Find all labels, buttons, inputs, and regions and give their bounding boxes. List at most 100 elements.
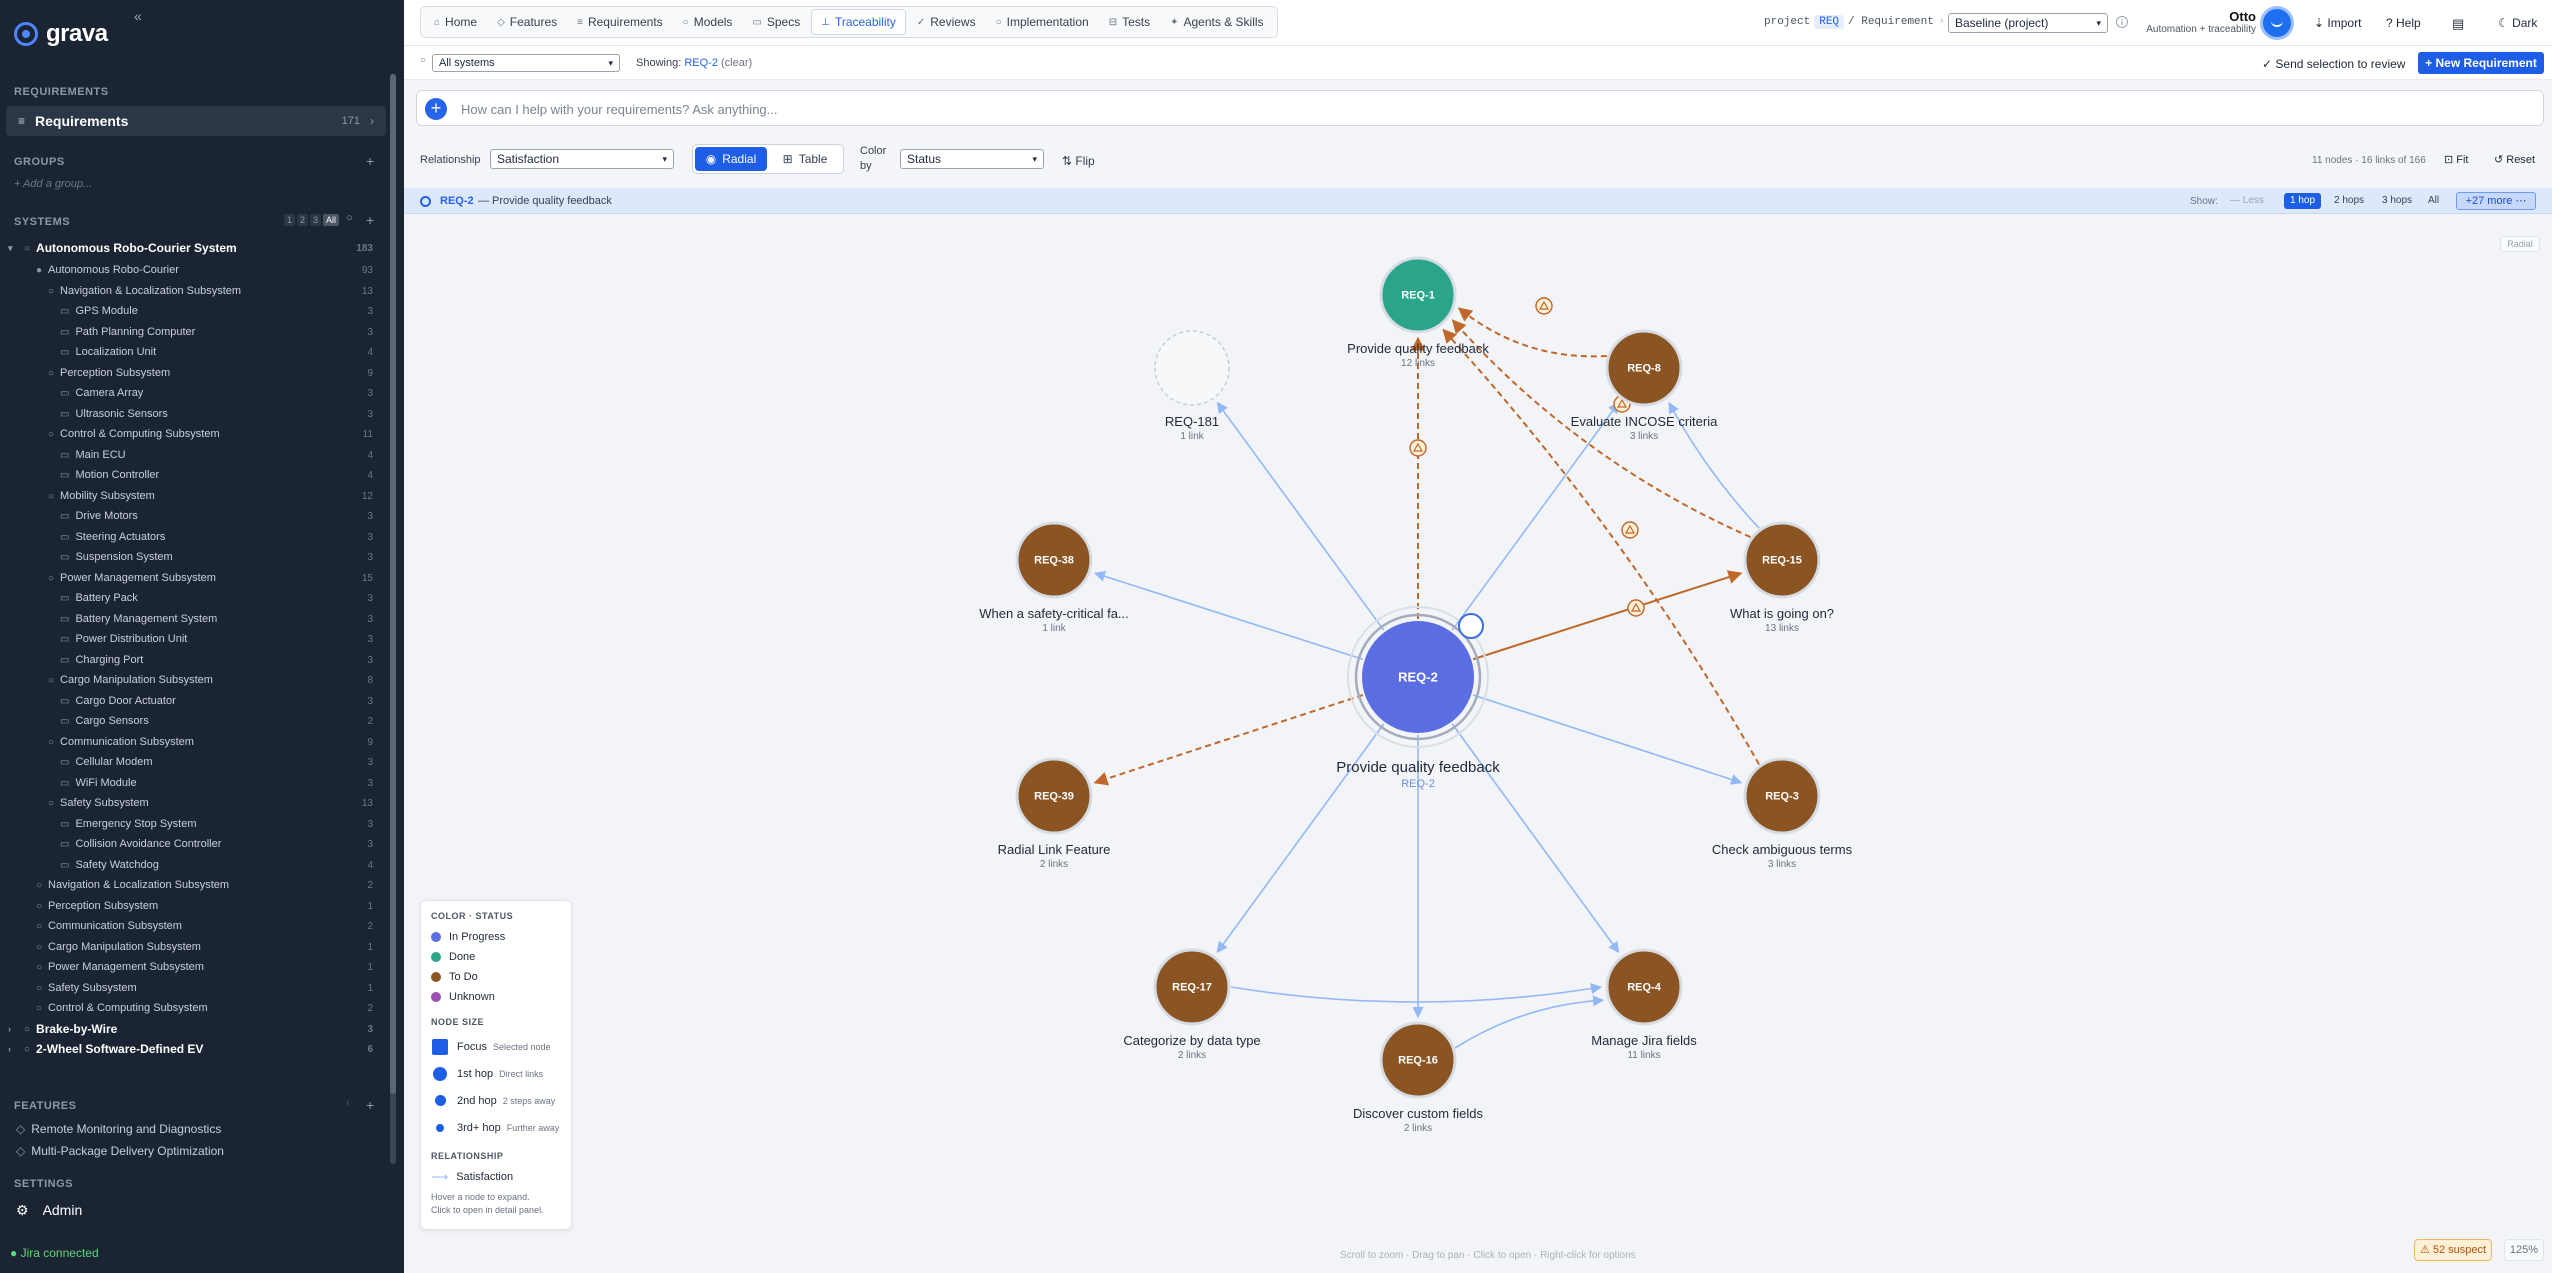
tree-item[interactable]: ○ Power Management Subsystem 1 [0,957,385,977]
tree-item[interactable]: › ○ Brake-by-Wire 3 [0,1019,385,1039]
feature-item[interactable]: ◇ Remote Monitoring and Diagnostics [16,1122,221,1136]
tree-item[interactable]: ● Autonomous Robo-Courier 93 [0,260,385,280]
chevron-left-icon[interactable]: ‹ [346,1097,350,1109]
plus-icon[interactable]: + [425,98,447,120]
systems-select[interactable]: All systems ▾ [432,54,620,72]
more-button[interactable]: +27 more ⋯ [2456,192,2536,210]
tree-item[interactable]: ▭ Steering Actuators 3 [0,527,385,547]
fit-button[interactable]: ⊡ Fit [2444,153,2469,166]
tab-specs[interactable]: ▭ Specs [743,9,809,35]
info-icon[interactable]: i [2116,16,2128,28]
tree-item[interactable]: ▭ GPS Module 3 [0,301,385,321]
tree-item[interactable]: ○ Navigation & Localization Subsystem 2 [0,875,385,895]
warning-icon[interactable] [1535,297,1553,315]
warning-icon[interactable] [1621,521,1639,539]
sidebar-item-admin[interactable]: ⚙ Admin [16,1202,82,1219]
satisfaction-link[interactable] [1230,983,1603,1003]
tree-item[interactable]: ○ Cargo Manipulation Subsystem 8 [0,670,385,690]
hop-3-button[interactable]: 3 hops [2376,193,2418,209]
new-requirement-button[interactable]: + New Requirement [2418,52,2544,74]
tree-item[interactable]: ○ Cargo Manipulation Subsystem 1 [0,937,385,957]
tree-item[interactable]: ▭ WiFi Module 3 [0,773,385,793]
node-label[interactable]: Categorize by data type 2 links [1123,1033,1260,1061]
app-logo[interactable]: grava [14,20,108,48]
node-label[interactable]: What is going on? 13 links [1730,606,1834,634]
tree-item[interactable]: ○ Communication Subsystem 2 [0,916,385,936]
focus-id[interactable]: REQ-2 [440,195,474,207]
tree-item[interactable]: ▭ Cargo Sensors 2 [0,711,385,731]
tree-item[interactable]: ▭ Battery Pack 3 [0,588,385,608]
systems-hop-button[interactable]: 3 [310,214,322,226]
reset-button[interactable]: ↺ Reset [2494,153,2535,166]
tree-item[interactable]: ▭ Camera Array 3 [0,383,385,403]
node-label[interactable]: When a safety-critical fa... 1 link [979,606,1129,634]
add-feature-plus-icon[interactable]: + [366,1097,374,1113]
expand-handle-icon[interactable] [1458,613,1484,639]
flip-button[interactable]: ⇅ Flip [1062,154,1095,168]
node-label[interactable]: Check ambiguous terms 3 links [1712,842,1852,870]
tab-models[interactable]: ○ Models [674,9,742,35]
radial-view-button[interactable]: ◉ Radial [695,147,767,171]
collapse-sidebar-button[interactable]: « [134,8,142,24]
tree-item[interactable]: ○ Perception Subsystem 1 [0,896,385,916]
warning-icon[interactable] [1627,599,1645,617]
table-view-button[interactable]: ⊞ Table [769,147,841,171]
baseline-select[interactable]: Baseline (project) ▾ [1948,13,2108,33]
tree-item[interactable]: ▭ Main ECU 4 [0,445,385,465]
hop-all-button[interactable]: All [2422,193,2445,209]
tab-agents-skills[interactable]: ✦ Agents & Skills [1161,9,1272,35]
node-label[interactable]: Radial Link Feature 2 links [998,842,1111,870]
tree-item[interactable]: › ○ 2-Wheel Software-Defined EV 6 [0,1039,385,1059]
tab-features[interactable]: ◇ Features [488,9,566,35]
showing-id[interactable]: REQ-2 [684,57,718,69]
tree-item[interactable]: ▭ Safety Watchdog 4 [0,855,385,875]
node-label[interactable]: REQ-181 1 link [1165,414,1219,442]
chevron-icon[interactable]: ▾ [8,243,20,254]
tree-item[interactable]: ▭ Emergency Stop System 3 [0,814,385,834]
tree-item[interactable]: ○ Power Management Subsystem 15 [0,568,385,588]
tree-item[interactable]: ▭ Motion Controller 4 [0,465,385,485]
panel-icon[interactable]: ▤ [2452,16,2464,32]
systems-hop-button[interactable]: 2 [297,214,309,226]
tree-item[interactable]: ▭ Collision Avoidance Controller 3 [0,834,385,854]
tree-item[interactable]: ○ Safety Subsystem 1 [0,978,385,998]
tree-item[interactable]: ○ Perception Subsystem 9 [0,363,385,383]
crumb-project[interactable]: REQ [1814,15,1845,29]
satisfaction-link[interactable] [1216,401,1385,631]
tree-item[interactable]: ○ Control & Computing Subsystem 11 [0,424,385,444]
feature-item[interactable]: ◇ Multi-Package Delivery Optimization [16,1144,224,1158]
systems-hop-button[interactable]: 1 [284,214,296,226]
suspect-link[interactable] [1472,570,1743,661]
systems-hop-button[interactable]: All [323,214,340,226]
zoom-level[interactable]: 125% [2504,1239,2544,1261]
node-label[interactable]: Discover custom fields 2 links [1353,1106,1483,1134]
send-selection-button[interactable]: ✓ Send selection to review [2262,57,2405,71]
import-button[interactable]: ⇣ Import [2314,16,2361,30]
tree-item[interactable]: ▭ Localization Unit 4 [0,342,385,362]
tab-traceability[interactable]: ⊥ Traceability [811,9,906,35]
tree-item[interactable]: ○ Control & Computing Subsystem 2 [0,998,385,1018]
dark-mode-button[interactable]: ☾ Dark [2498,16,2537,30]
chevron-icon[interactable]: › [8,1044,20,1054]
hop-2-button[interactable]: 2 hops [2328,193,2370,209]
warning-icon[interactable] [1409,439,1427,457]
suspect-link[interactable] [1442,328,1760,765]
assistant-prompt[interactable]: + How can I help with your requirements?… [416,90,2544,126]
sidebar-item-requirements[interactable]: ≡ Requirements 171 › [6,106,386,136]
clear-filter-link[interactable]: (clear) [721,57,752,69]
tree-item[interactable]: ▭ Path Planning Computer 3 [0,322,385,342]
tree-item[interactable]: ▭ Drive Motors 3 [0,506,385,526]
node-label[interactable]: Evaluate INCOSE criteria 3 links [1571,414,1718,442]
tree-item[interactable]: ▭ Charging Port 3 [0,650,385,670]
avatar[interactable] [2260,6,2294,40]
node-label[interactable]: Provide quality feedback 12 links [1347,341,1489,369]
tree-item[interactable]: ▭ Suspension System 3 [0,547,385,567]
tab-reviews[interactable]: ✓ Reviews [908,9,985,35]
chevron-icon[interactable]: › [8,1024,20,1034]
add-group-link[interactable]: + Add a group... [14,178,92,190]
tree-item[interactable]: ○ Mobility Subsystem 12 [0,486,385,506]
tab-home[interactable]: ⌂ Home [425,9,486,35]
tree-item[interactable]: ▭ Cellular Modem 3 [0,752,385,772]
scrollbar-thumb[interactable] [390,74,396,1094]
graph-node[interactable] [1154,330,1230,406]
